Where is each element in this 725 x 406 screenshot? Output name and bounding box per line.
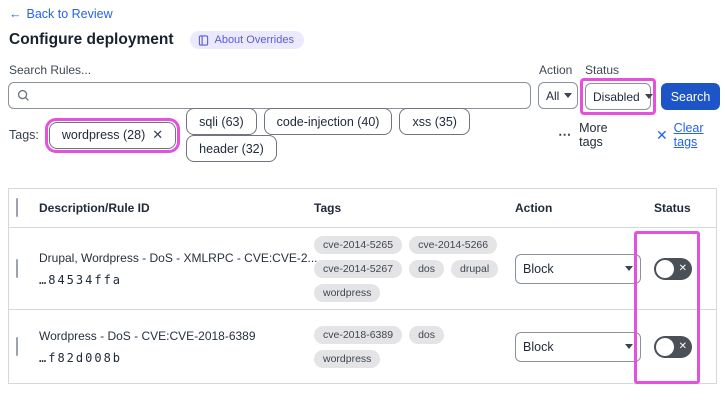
remove-tag-icon[interactable]: ✕ xyxy=(152,127,163,143)
toggle-knob xyxy=(656,337,674,356)
search-rules-input[interactable] xyxy=(36,88,522,103)
about-overrides-badge[interactable]: About Overrides xyxy=(190,31,304,49)
action-select-value: Block xyxy=(523,339,554,354)
clear-tags-button[interactable]: ✕ Clear tags xyxy=(656,121,725,149)
status-toggle[interactable]: ✕ xyxy=(654,257,692,280)
rule-tag-chip: drupal xyxy=(451,259,499,278)
rule-tag-chip: cve-2014-5265 xyxy=(314,235,403,254)
rule-description: Drupal, Wordpress - DoS - XMLRPC - CVE:C… xyxy=(39,250,318,265)
column-header-action: Action xyxy=(515,201,553,215)
book-icon xyxy=(198,34,209,46)
column-header-status: Status xyxy=(654,201,691,215)
selected-tag-label: wordpress (28) xyxy=(61,128,146,142)
filter-chip[interactable]: sqli (63) xyxy=(186,108,257,135)
chevron-down-icon xyxy=(625,344,633,349)
rule-description: Wordpress - DoS - CVE:CVE-2018-6389 xyxy=(39,328,256,343)
rule-tag-list: cve-2014-5265 cve-2014-5266 cve-2014-5267 d… xyxy=(314,235,506,302)
chevron-down-icon xyxy=(625,266,633,271)
chevron-down-icon xyxy=(564,93,573,98)
chevron-down-icon xyxy=(644,94,653,99)
action-select-value: Block xyxy=(523,261,554,276)
status-toggle[interactable]: ✕ xyxy=(654,335,692,358)
search-button[interactable]: Search xyxy=(661,83,720,110)
action-select[interactable]: Block xyxy=(515,331,641,362)
rule-tag-list: cve-2018-6389 dos wordpress xyxy=(314,325,506,368)
row-checkbox[interactable] xyxy=(16,258,18,278)
table-row: Drupal, Wordpress - DoS - XMLRPC - CVE:C… xyxy=(9,228,716,310)
rule-tag-chip: cve-2018-6389 xyxy=(314,325,403,344)
select-all-checkbox[interactable] xyxy=(16,198,18,217)
status-dropdown[interactable]: Disabled xyxy=(585,83,653,110)
page-title: Configure deployment xyxy=(9,31,174,48)
ellipsis-icon: ⋯ xyxy=(558,127,573,142)
more-tags-label: More tags xyxy=(579,121,608,149)
table-row: Wordpress - DoS - CVE:CVE-2018-6389 …f82… xyxy=(9,310,716,383)
filter-chip[interactable]: code-injection (40) xyxy=(263,108,393,135)
row-checkbox[interactable] xyxy=(16,336,18,356)
toggle-off-icon: ✕ xyxy=(678,262,687,274)
search-rules-label: Search Rules... xyxy=(9,63,92,77)
clear-tags-label: Clear tags xyxy=(673,121,704,149)
rule-tag-chip: wordpress xyxy=(314,349,381,368)
toggle-knob xyxy=(656,259,674,278)
filter-chip[interactable]: header (32) xyxy=(186,135,277,162)
action-dropdown-value: All xyxy=(546,88,560,103)
filter-chip-wordpress[interactable]: wordpress (28) ✕ xyxy=(48,121,177,149)
search-rules-input-wrap xyxy=(8,82,531,109)
search-icon xyxy=(17,89,30,102)
status-dropdown-highlight: Disabled xyxy=(580,78,656,115)
rule-tag-chip: wordpress xyxy=(314,283,381,302)
back-arrow-icon: ← xyxy=(9,7,22,21)
tags-label: Tags: xyxy=(9,128,39,142)
table-header-row: Description/Rule ID Tags Action Status xyxy=(9,189,716,228)
more-tags-button[interactable]: ⋯ More tags xyxy=(558,121,629,149)
column-header-description: Description/Rule ID xyxy=(39,201,150,215)
about-overrides-label: About Overrides xyxy=(214,34,294,46)
back-link[interactable]: ← Back to Review xyxy=(9,7,113,21)
action-dropdown[interactable]: All xyxy=(538,82,578,109)
clear-tags-x-icon: ✕ xyxy=(655,126,668,143)
rule-id: …f82d008b xyxy=(39,350,123,365)
rules-table: Description/Rule ID Tags Action Status D… xyxy=(8,188,717,384)
filter-chip[interactable]: xss (35) xyxy=(399,108,470,135)
title-row: Configure deployment About Overrides xyxy=(9,31,304,49)
rule-id: …84534ffa xyxy=(39,272,123,287)
action-label: Action xyxy=(539,63,573,77)
toggle-off-icon: ✕ xyxy=(678,340,687,352)
status-label: Status xyxy=(585,63,620,77)
action-select[interactable]: Block xyxy=(515,253,641,284)
rule-tag-chip: cve-2014-5267 xyxy=(314,259,403,278)
rule-tag-chip: dos xyxy=(409,259,444,278)
tags-bar: Tags: wordpress (28) ✕ sqli (63) code-inj… xyxy=(9,108,725,162)
rule-tag-chip: dos xyxy=(409,325,444,344)
status-dropdown-value: Disabled xyxy=(593,89,640,104)
selected-tag-highlight: wordpress (28) ✕ xyxy=(44,117,181,153)
column-header-tags: Tags xyxy=(314,201,342,215)
filter-chip-list: sqli (63) code-injection (40) xss (35) head… xyxy=(186,108,545,162)
rule-tag-chip: cve-2014-5266 xyxy=(409,235,498,254)
back-link-label: Back to Review xyxy=(26,7,113,21)
